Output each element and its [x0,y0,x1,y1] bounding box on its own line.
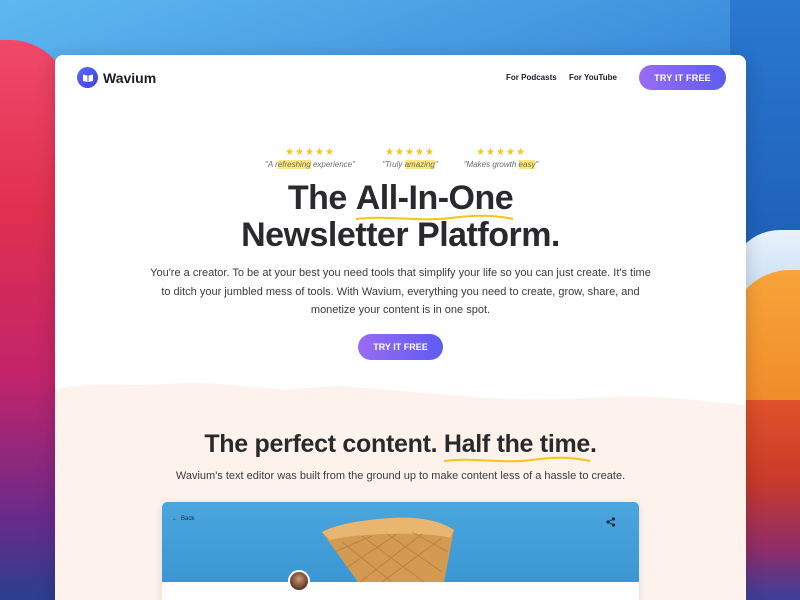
review-quote: "Truly amazing" [382,160,438,169]
nav-link-podcasts[interactable]: For Podcasts [506,73,557,82]
share-icon[interactable] [606,514,616,532]
editor-preview: ← Back [162,502,639,600]
hero-title: The All-In-One Newsletter Platform. [241,179,560,254]
hero-subtitle: You're a creator. To be at your best you… [150,267,651,316]
section-title-emphasis: Half the time [443,430,590,463]
section-subtitle: Wavium's text editor was built from the … [175,470,626,482]
top-nav: Wavium For Podcasts For YouTube TRY IT F… [55,55,746,105]
arrow-left-icon: ← [172,516,178,522]
editor-section: The perfect content. Half the time. Wavi… [55,375,746,600]
hero-try-free-button[interactable]: TRY IT FREE [358,334,443,360]
logo-text: Wavium [103,69,157,86]
preview-banner-image: ← Back [162,502,639,583]
book-open-icon [77,67,98,88]
author-avatar [288,570,310,592]
stars-rating: ★★★★★ [476,147,526,158]
hero-title-emphasis: All-In-One [355,180,514,221]
waffle-cone-image [322,517,454,583]
back-link[interactable]: ← Back [172,516,194,522]
review-item: ★★★★★ "A refreshing experience" [258,147,362,169]
review-quote: "A refreshing experience" [265,160,355,169]
stars-rating: ★★★★★ [285,147,335,158]
nav-link-youtube[interactable]: For YouTube [569,73,617,82]
browser-window: Wavium For Podcasts For YouTube TRY IT F… [55,55,746,600]
logo[interactable]: Wavium [77,67,156,88]
stars-rating: ★★★★★ [385,147,435,158]
section-title: The perfect content. Half the time. [55,430,746,463]
review-item: ★★★★★ "Makes growth easy" [455,147,547,169]
review-quote: "Makes growth easy" [463,160,539,169]
nav-try-free-button[interactable]: TRY IT FREE [639,65,726,90]
review-item: ★★★★★ "Truly amazing" [372,147,448,169]
